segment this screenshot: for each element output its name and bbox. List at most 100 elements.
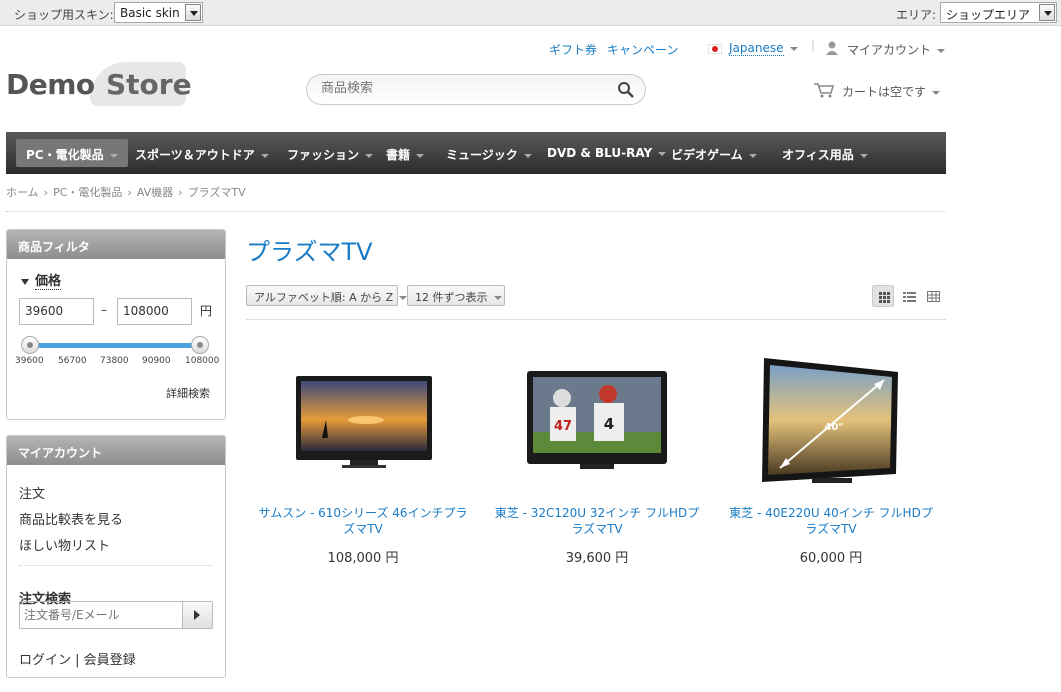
nav-item-music[interactable]: ミュージック (436, 139, 542, 167)
product-price: 39,600 円 (565, 551, 629, 566)
product-filter-box: 商品フィルタ 価格 39600 – 108000 円 39600 56700 7… (6, 229, 226, 420)
cart-status-label: カートは空です (842, 85, 927, 99)
list-view-icon[interactable] (898, 285, 920, 307)
user-icon (825, 41, 839, 58)
slider-tick: 56700 (58, 356, 87, 366)
slider-tick: 73800 (100, 356, 129, 366)
divider: | (811, 38, 816, 52)
per-page-dropdown[interactable]: 12 件ずつ表示 (407, 285, 505, 306)
svg-text:47: 47 (554, 419, 572, 434)
product-price: 60,000 円 (799, 551, 863, 566)
price-min-input[interactable]: 39600 (19, 298, 94, 325)
breadcrumb-av[interactable]: AV機器 (137, 186, 173, 199)
chevron-down-icon (937, 48, 946, 53)
campaign-link[interactable]: キャンペーン (607, 41, 678, 58)
price-filter-toggle[interactable]: 価格 (21, 270, 62, 290)
price-max-input[interactable]: 108000 (117, 298, 192, 325)
breadcrumb-home[interactable]: ホーム (6, 186, 39, 199)
chevron-down-icon (1039, 4, 1055, 21)
nav-item-fashion[interactable]: ファッション (277, 139, 383, 167)
gift-card-link[interactable]: ギフト券 (549, 41, 597, 58)
compare-link[interactable]: 商品比較表を見る (19, 509, 123, 528)
my-account-menu[interactable]: マイアカウント (847, 41, 946, 58)
nav-item-dvd[interactable]: DVD & BLU-RAY (537, 139, 676, 167)
nav-item-books[interactable]: 書籍 (376, 139, 434, 167)
product-name-link[interactable]: 東芝 - 32C120U 32インチ フルHDプラズマTV (480, 505, 714, 537)
slider-tick: 39600 (15, 356, 44, 366)
breadcrumb-separator: › (178, 186, 183, 199)
per-page-label: 12 件ずつ表示 (415, 291, 488, 304)
slider-tick: 108000 (185, 356, 220, 366)
search-icon[interactable] (617, 81, 635, 102)
chevron-down-icon (859, 153, 868, 158)
nav-label: スポーツ＆アウトドア (135, 148, 255, 162)
advanced-search-link[interactable]: 詳細検索 (166, 385, 210, 401)
skin-select[interactable]: Basic skin (114, 2, 203, 23)
chevron-down-icon (109, 153, 118, 158)
header-links: ギフト券 キャンペーン Japanese | マイアカウント (0, 38, 1061, 59)
my-account-label: マイアカウント (847, 43, 932, 57)
wishlist-link[interactable]: ほしい物リスト (19, 535, 110, 554)
sort-dropdown[interactable]: アルファベット順: A から Z (246, 285, 408, 306)
product-image[interactable] (246, 350, 480, 500)
breadcrumb-separator: › (43, 186, 49, 199)
product-name-link[interactable]: 東芝 - 40E220U 40インチ フルHDプラズマTV (714, 505, 948, 537)
slider-min-handle[interactable] (21, 336, 39, 354)
search-input[interactable] (321, 81, 601, 96)
area-select-value: ショップエリア (946, 8, 1031, 22)
nav-label: ビデオゲーム (671, 148, 743, 162)
skin-select-value: Basic skin (120, 6, 180, 20)
price-slider-track[interactable] (31, 343, 201, 348)
page-title: プラズマTV (246, 238, 373, 266)
chevron-down-icon (493, 296, 502, 300)
my-account-box: マイアカウント 注文 商品比較表を見る ほしい物リスト 注文検索 ログイン | … (6, 435, 226, 678)
chevron-down-icon (260, 153, 269, 158)
login-register-link[interactable]: ログイン | 会員登録 (19, 649, 136, 668)
product-image[interactable]: 47 4 (480, 350, 714, 500)
price-label: 価格 (35, 274, 62, 290)
nav-item-sports[interactable]: スポーツ＆アウトドア (125, 139, 279, 167)
order-search-input[interactable] (24, 608, 184, 622)
sort-label: アルファベット順: A から Z (254, 291, 394, 304)
chevron-down-icon (789, 46, 798, 51)
play-arrow-icon[interactable] (182, 602, 212, 628)
product-name-link[interactable]: サムスン - 610シリーズ 46インチプラズマTV (246, 505, 480, 537)
triangle-down-icon (21, 278, 29, 285)
svg-text:4: 4 (604, 415, 614, 433)
breadcrumb-current: プラズマTV (187, 186, 246, 199)
nav-item-office[interactable]: オフィス用品 (772, 139, 878, 167)
logo-demo-text: Demo (6, 68, 95, 101)
admin-top-strip: ショップ用スキン: Basic skin エリア: ショップエリア (0, 0, 1061, 26)
chevron-down-icon (932, 90, 941, 95)
divider (246, 319, 946, 320)
chevron-down-icon (523, 153, 532, 158)
breadcrumb-separator: › (127, 186, 132, 199)
range-dash: – (101, 303, 107, 317)
nav-item-videogames[interactable]: ビデオゲーム (661, 139, 767, 167)
chevron-down-icon (365, 153, 374, 158)
order-search-field (19, 601, 213, 629)
slider-max-handle[interactable] (191, 336, 209, 354)
area-select[interactable]: ショップエリア (940, 2, 1057, 23)
main-navigation: PC・電化製品 スポーツ＆アウトドア ファッション 書籍 ミュージック DVD … (6, 132, 946, 174)
product-image[interactable]: 40" (714, 350, 948, 500)
nav-item-pc-electronics[interactable]: PC・電化製品 (16, 139, 128, 167)
skin-label: ショップ用スキン: (14, 8, 114, 22)
language-selector[interactable]: Japanese (729, 41, 798, 56)
language-label: Japanese (729, 41, 784, 56)
nav-label: DVD & BLU-RAY (547, 146, 653, 160)
japan-flag-icon (707, 43, 723, 57)
orders-link[interactable]: 注文 (19, 483, 45, 502)
divider (6, 211, 946, 212)
cart-icon (814, 82, 835, 101)
breadcrumb-pc[interactable]: PC・電化製品 (53, 186, 122, 199)
product-card: サムスン - 610シリーズ 46インチプラズマTV 108,000 円 (246, 350, 480, 566)
product-search-box (306, 74, 646, 105)
account-box-title: マイアカウント (7, 436, 225, 465)
product-card: 47 4 東芝 - 32C120U 32インチ フルHDプラズマTV 39,60… (480, 350, 714, 566)
store-logo[interactable]: Demo Store (6, 62, 192, 106)
table-view-icon[interactable] (922, 285, 944, 307)
chevron-down-icon (399, 296, 408, 300)
grid-view-icon[interactable] (872, 285, 894, 307)
logo-store-text: Store (106, 68, 192, 101)
